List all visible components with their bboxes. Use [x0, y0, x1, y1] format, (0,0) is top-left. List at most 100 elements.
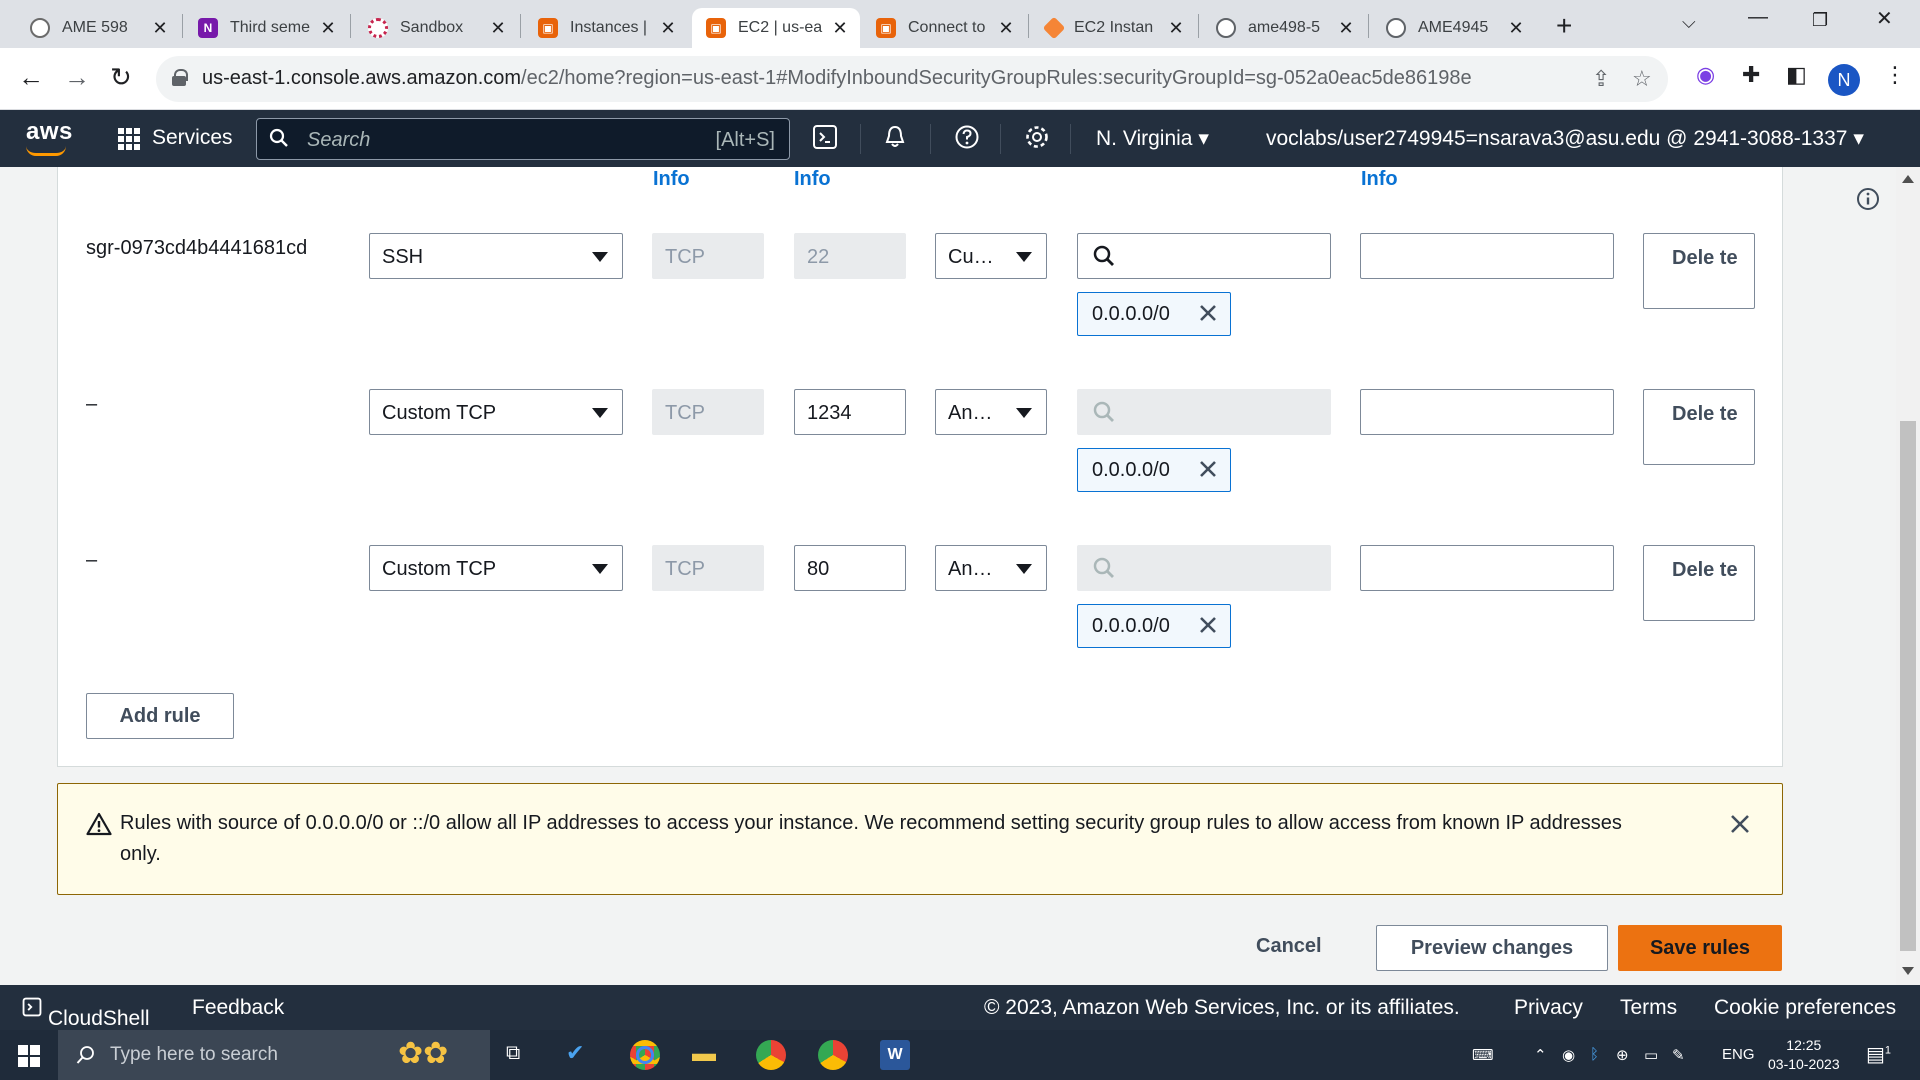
close-tab-icon[interactable]: ✕: [1166, 18, 1186, 39]
close-tab-icon[interactable]: ✕: [488, 18, 508, 39]
show-hidden-icons-chevron-icon[interactable]: ⌃: [1534, 1046, 1547, 1064]
remove-token-icon[interactable]: [1196, 301, 1220, 325]
extension-icon[interactable]: ◉: [1696, 62, 1715, 88]
back-arrow-icon[interactable]: ←: [18, 62, 44, 93]
aws-logo[interactable]: aws: [26, 118, 73, 146]
browser-tab[interactable]: N Third seme ✕: [184, 8, 348, 48]
cloudshell-footer-link[interactable]: CloudShell: [22, 996, 150, 1030]
chrome-profile-app-icon[interactable]: [818, 1040, 848, 1070]
type-select[interactable]: Custom TCP: [369, 389, 623, 435]
save-rules-button[interactable]: Save rules: [1618, 925, 1782, 971]
bookmark-star-icon[interactable]: ☆: [1632, 66, 1652, 92]
help-icon[interactable]: [954, 124, 980, 150]
scroll-up-arrow-icon[interactable]: [1902, 175, 1914, 183]
browser-tab[interactable]: AME4945 ✕: [1372, 8, 1536, 48]
notifications-icon[interactable]: ▤1: [1866, 1042, 1891, 1067]
close-tab-icon[interactable]: ✕: [830, 18, 850, 39]
taskbar-clock[interactable]: 12:25 03-10-2023: [1768, 1036, 1840, 1074]
privacy-link[interactable]: Privacy: [1514, 996, 1583, 1020]
task-view-icon[interactable]: ⧉: [506, 1042, 520, 1065]
type-select[interactable]: SSH: [369, 233, 623, 279]
browser-tab-active[interactable]: ▣ EC2 | us-ea ✕: [692, 8, 860, 48]
close-tab-icon[interactable]: ✕: [318, 18, 338, 39]
aws-search-input[interactable]: Search [Alt+S]: [256, 118, 790, 160]
reload-icon[interactable]: ↻: [110, 62, 132, 93]
share-icon[interactable]: ⇪: [1592, 66, 1610, 92]
delete-rule-button[interactable]: Dele te: [1643, 545, 1755, 621]
cloudshell-icon[interactable]: [812, 124, 838, 150]
services-menu[interactable]: Services: [152, 126, 233, 150]
location-icon[interactable]: ◉: [1562, 1046, 1575, 1064]
settings-gear-icon[interactable]: [1024, 124, 1050, 150]
sidepanel-icon[interactable]: ◧: [1786, 62, 1807, 88]
info-link-description[interactable]: Info: [1361, 168, 1398, 191]
info-link-port-range[interactable]: Info: [794, 168, 831, 191]
profile-avatar[interactable]: N: [1828, 64, 1860, 96]
browser-menu-icon[interactable]: ⋮: [1884, 62, 1906, 88]
info-panel-icon[interactable]: [1856, 187, 1880, 211]
forward-arrow-icon[interactable]: →: [64, 62, 90, 93]
port-range-input[interactable]: 1234: [794, 389, 906, 435]
description-input[interactable]: [1360, 233, 1614, 279]
cancel-button[interactable]: Cancel: [1256, 935, 1322, 958]
browser-tab[interactable]: ame498-5 ✕: [1202, 8, 1366, 48]
browser-tab[interactable]: AME 598 ✕: [16, 8, 180, 48]
puzzle-extensions-icon[interactable]: ✚: [1742, 62, 1760, 88]
feedback-link[interactable]: Feedback: [192, 996, 284, 1020]
delete-rule-button[interactable]: Dele te: [1643, 389, 1755, 465]
cookie-preferences-link[interactable]: Cookie preferences: [1714, 996, 1896, 1020]
close-tab-icon[interactable]: ✕: [1336, 18, 1356, 39]
services-grid-icon[interactable]: [118, 128, 140, 150]
notifications-bell-icon[interactable]: [882, 124, 908, 150]
pen-icon[interactable]: ✎: [1672, 1046, 1685, 1064]
remove-token-icon[interactable]: [1196, 613, 1220, 637]
minimize-icon[interactable]: —: [1748, 6, 1768, 29]
bluetooth-icon[interactable]: ᛒ: [1590, 1046, 1599, 1063]
restore-icon[interactable]: ❐: [1812, 10, 1828, 31]
battery-icon[interactable]: ▭: [1644, 1046, 1658, 1064]
windows-start-icon[interactable]: [18, 1045, 40, 1067]
network-globe-icon[interactable]: ⊕: [1616, 1046, 1629, 1064]
info-link-protocol[interactable]: Info: [653, 168, 690, 191]
chrome-app-icon[interactable]: [630, 1040, 660, 1070]
terms-link[interactable]: Terms: [1620, 996, 1677, 1020]
preview-changes-button[interactable]: Preview changes: [1376, 925, 1608, 971]
delete-rule-button[interactable]: Dele te: [1643, 233, 1755, 309]
source-type-select[interactable]: Cu…: [935, 233, 1047, 279]
remove-token-icon[interactable]: [1196, 457, 1220, 481]
new-tab-plus-icon[interactable]: +: [1556, 10, 1572, 42]
browser-tab[interactable]: ▣ Instances | ✕: [524, 8, 688, 48]
browser-tab[interactable]: Sandbox ✕: [354, 8, 518, 48]
browser-tab[interactable]: EC2 Instan ✕: [1032, 8, 1196, 48]
region-selector[interactable]: N. Virginia ▾: [1096, 126, 1209, 151]
page-scrollbar[interactable]: [1896, 167, 1920, 985]
tab-search-chevron-icon[interactable]: ⌵: [1682, 12, 1696, 33]
word-app-icon[interactable]: W: [880, 1040, 910, 1070]
file-explorer-icon[interactable]: ▬: [692, 1040, 716, 1068]
todo-app-icon[interactable]: ✔: [566, 1040, 584, 1066]
dismiss-warning-close-icon[interactable]: [1728, 812, 1752, 836]
url-omnibox[interactable]: us-east-1.console.aws.amazon.com/ec2/hom…: [156, 56, 1668, 102]
language-indicator[interactable]: ENG: [1722, 1046, 1755, 1063]
scrollbar-thumb[interactable]: [1900, 421, 1916, 951]
port-range-input[interactable]: 80: [794, 545, 906, 591]
description-input[interactable]: [1360, 545, 1614, 591]
chrome-profile-app-icon[interactable]: [756, 1040, 786, 1070]
keyboard-icon[interactable]: ⌨: [1472, 1046, 1494, 1064]
browser-tab[interactable]: ▣ Connect to ✕: [862, 8, 1026, 48]
close-tab-icon[interactable]: ✕: [1506, 18, 1526, 39]
close-window-icon[interactable]: ✕: [1876, 6, 1893, 31]
scroll-down-arrow-icon[interactable]: [1902, 967, 1914, 975]
close-tab-icon[interactable]: ✕: [996, 18, 1016, 39]
source-search-input[interactable]: [1077, 233, 1331, 279]
taskbar-search-box[interactable]: Type here to search ✿✿: [58, 1030, 490, 1080]
description-input[interactable]: [1360, 389, 1614, 435]
url-text[interactable]: us-east-1.console.aws.amazon.com/ec2/hom…: [202, 67, 1472, 90]
close-tab-icon[interactable]: ✕: [150, 18, 170, 39]
account-menu[interactable]: voclabs/user2749945=nsarava3@asu.edu @ 2…: [1266, 126, 1864, 151]
source-type-select[interactable]: An…: [935, 545, 1047, 591]
type-select[interactable]: Custom TCP: [369, 545, 623, 591]
add-rule-button[interactable]: Add rule: [86, 693, 234, 739]
close-tab-icon[interactable]: ✕: [658, 18, 678, 39]
source-type-select[interactable]: An…: [935, 389, 1047, 435]
